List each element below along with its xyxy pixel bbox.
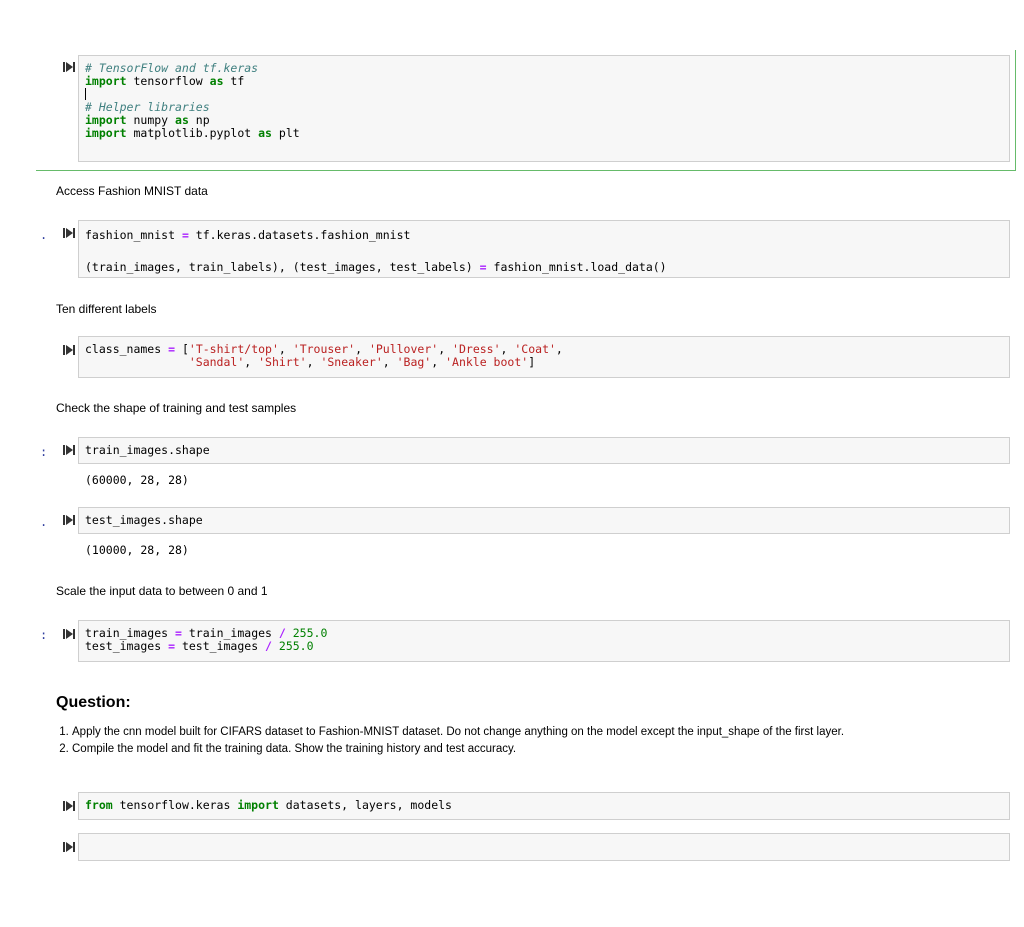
code-text: test_images.shape bbox=[85, 513, 203, 527]
code-comment: # TensorFlow and tf.keras bbox=[85, 61, 259, 75]
code-text: np bbox=[188, 113, 210, 127]
cell-output: (60000, 28, 28) bbox=[85, 473, 189, 487]
string-literal: 'Shirt' bbox=[258, 355, 307, 369]
markdown-text: Access Fashion MNIST data bbox=[56, 184, 208, 198]
keyword: as bbox=[258, 126, 272, 140]
question-heading: Question: bbox=[56, 694, 131, 711]
code-cell-class-names[interactable]: class_names = ['T-shirt/top', 'Trouser',… bbox=[78, 336, 1010, 378]
string-literal: 'Sneaker' bbox=[320, 355, 383, 369]
markdown-text: Ten different labels bbox=[56, 302, 157, 316]
operator: = bbox=[175, 626, 182, 640]
run-cell-icon[interactable] bbox=[63, 800, 75, 812]
code-comment: # Helper libraries bbox=[85, 100, 210, 114]
code-text: fashion_mnist.load_data() bbox=[486, 260, 667, 274]
number-literal: 255.0 bbox=[271, 639, 314, 653]
code-text: [ bbox=[175, 342, 189, 356]
operator: = bbox=[168, 342, 176, 356]
string-literal: 'Ankle boot' bbox=[445, 355, 529, 369]
keyword: import bbox=[85, 126, 127, 140]
operator: / bbox=[278, 626, 286, 640]
string-literal: 'T-shirt/top' bbox=[188, 342, 279, 356]
question-list: Apply the cnn model built for CIFARS dat… bbox=[56, 724, 1024, 758]
operator: = bbox=[168, 639, 176, 653]
keyword: as bbox=[175, 113, 189, 127]
code-cell-load-data[interactable]: fashion_mnist = tf.keras.datasets.fashio… bbox=[78, 220, 1010, 278]
string-literal: 'Pullover' bbox=[368, 342, 439, 356]
cell-output: (10000, 28, 28) bbox=[85, 543, 189, 557]
operator: = bbox=[181, 228, 189, 242]
code-cell-train-shape[interactable]: train_images.shape bbox=[78, 437, 1010, 464]
code-text: tf bbox=[223, 74, 245, 88]
string-literal: 'Dress' bbox=[452, 342, 501, 356]
run-cell-icon[interactable] bbox=[63, 344, 75, 356]
code-text: class_names bbox=[85, 342, 169, 356]
code-text: tensorflow bbox=[126, 74, 210, 88]
code-cell-imports[interactable]: # TensorFlow and tf.keras import tensorf… bbox=[78, 55, 1010, 162]
run-cell-icon[interactable] bbox=[63, 628, 75, 640]
question-item: Compile the model and fit the training d… bbox=[72, 741, 1024, 758]
code-text: matplotlib.pyplot bbox=[126, 126, 259, 140]
keyword: import bbox=[85, 113, 127, 127]
string-literal: 'Trouser' bbox=[292, 342, 356, 356]
run-cell-icon[interactable] bbox=[63, 444, 75, 456]
code-text: train_images bbox=[181, 626, 279, 640]
keyword: from bbox=[85, 798, 113, 812]
keyword: import bbox=[85, 74, 127, 88]
code-cell-scale[interactable]: train_images = train_images / 255.0 test… bbox=[78, 620, 1010, 662]
question-item: Apply the cnn model built for CIFARS dat… bbox=[72, 724, 1024, 741]
code-text: fashion_mnist bbox=[85, 228, 182, 242]
code-cell-test-shape[interactable]: test_images.shape bbox=[78, 507, 1010, 534]
markdown-text: Scale the input data to between 0 and 1 bbox=[56, 584, 268, 598]
selected-cell-indicator bbox=[36, 170, 1016, 171]
code-text: numpy bbox=[126, 113, 176, 127]
code-text: (train_images, train_labels), (test_imag… bbox=[85, 260, 480, 274]
text-cursor bbox=[85, 88, 86, 100]
operator: / bbox=[265, 639, 272, 653]
selected-cell-border bbox=[1015, 50, 1016, 171]
cell-prompt: : bbox=[40, 445, 48, 459]
code-text: plt bbox=[271, 126, 300, 140]
run-cell-icon[interactable] bbox=[63, 61, 75, 73]
markdown-text: Check the shape of training and test sam… bbox=[56, 401, 297, 415]
keyword: import bbox=[237, 798, 279, 812]
code-cell-imports-keras[interactable]: from tensorflow.keras import datasets, l… bbox=[78, 792, 1010, 820]
string-literal: 'Sandal' bbox=[188, 355, 245, 369]
run-cell-icon[interactable] bbox=[63, 227, 75, 239]
keyword: as bbox=[209, 74, 224, 88]
code-text: test_images bbox=[85, 639, 169, 653]
string-literal: 'Bag' bbox=[396, 355, 432, 369]
run-cell-icon[interactable] bbox=[63, 841, 75, 853]
code-text: datasets, layers, models bbox=[278, 798, 452, 812]
string-literal: 'Coat' bbox=[514, 342, 556, 356]
code-cell-empty[interactable] bbox=[78, 833, 1010, 861]
code-text: train_images bbox=[85, 626, 176, 640]
number-literal: 255.0 bbox=[285, 626, 328, 640]
code-text: test_images bbox=[175, 639, 266, 653]
run-cell-icon[interactable] bbox=[63, 514, 75, 526]
cell-prompt: . bbox=[40, 515, 48, 529]
cell-prompt: : bbox=[40, 628, 48, 642]
code-text: tf.keras.datasets.fashion_mnist bbox=[188, 228, 411, 242]
cell-prompt: . bbox=[40, 228, 48, 242]
operator: = bbox=[479, 260, 487, 274]
code-text: tensorflow.keras bbox=[112, 798, 238, 812]
code-text: train_images.shape bbox=[85, 443, 210, 457]
